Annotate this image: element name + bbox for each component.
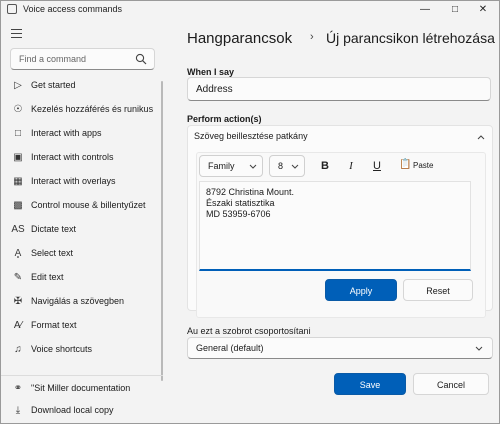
- sidebar-item-mouse[interactable]: ▩ Control mouse & billentyűzet: [5, 196, 155, 218]
- search-icon: [135, 53, 147, 65]
- breadcrumb-separator-icon: ›: [310, 31, 314, 43]
- chevron-up-icon: [477, 135, 485, 140]
- sidebar-item-label: Voice shortcuts: [31, 344, 93, 354]
- sidebar-item-label: Edit text: [31, 272, 64, 282]
- sidebar-scrollbar[interactable]: [161, 81, 163, 381]
- play-icon: ▷: [14, 80, 22, 91]
- navigate-icon: ✠: [13, 296, 23, 307]
- cancel-button[interactable]: Cancel: [413, 373, 489, 395]
- sidebar-item-label: Navigálás a szövegben: [31, 296, 125, 306]
- page-title: Új parancsikon létrehozása: [326, 30, 495, 46]
- editor-line: 8792 Christina Mount.: [206, 187, 295, 197]
- window-title: Voice access commands: [23, 4, 123, 14]
- rich-text-container: Family 8 B I U 📋 Paste 8792 Christina Mo…: [196, 152, 486, 318]
- search-input[interactable]: Find a command: [10, 48, 155, 70]
- phrase-input[interactable]: Address: [187, 77, 491, 101]
- sidebar-item-label: Format text: [31, 320, 77, 330]
- action-card: Szöveg beillesztése patkány Family 8 B I…: [187, 125, 493, 318]
- group-value: General (default): [196, 343, 264, 353]
- sidebar-item-label: Kezelés hozzáférés és runikus: [31, 104, 154, 114]
- reset-button[interactable]: Reset: [403, 279, 473, 301]
- globe-icon: ⚭: [13, 383, 23, 394]
- select-text-icon: Ḁ: [14, 248, 22, 259]
- menu-icon[interactable]: [11, 29, 23, 39]
- italic-button[interactable]: I: [341, 156, 361, 176]
- voice-shortcut-icon: ♫: [14, 344, 22, 355]
- microphone-icon: ☉: [13, 104, 23, 115]
- format-text-icon: A⁄: [13, 320, 23, 331]
- minimize-button[interactable]: —: [411, 1, 439, 19]
- sidebar-item-get-started[interactable]: ▷ Get started: [5, 76, 155, 98]
- sidebar-item-format-text[interactable]: A⁄ Format text: [5, 316, 155, 338]
- editor-line: Északi statisztika: [206, 198, 275, 208]
- action-value: Szöveg beillesztése patkány: [194, 131, 308, 141]
- font-size-value: 8: [278, 161, 284, 171]
- font-size-select[interactable]: 8: [269, 155, 305, 177]
- underline-button[interactable]: U: [367, 156, 387, 176]
- sidebar-item-dictate[interactable]: AS Dictate text: [5, 220, 155, 242]
- apply-button[interactable]: Apply: [325, 279, 397, 301]
- group-select[interactable]: General (default): [187, 337, 493, 359]
- chevron-down-icon: [249, 164, 257, 169]
- perform-actions-label: Perform action(s): [187, 114, 262, 124]
- sidebar-item-navigate[interactable]: ✠ Navigálás a szövegben: [5, 292, 155, 314]
- sidebar-item-label: Control mouse & billentyűzet: [31, 200, 146, 210]
- paste-button[interactable]: 📋 Paste: [397, 156, 447, 176]
- sidebar-item-controls[interactable]: ▣ Interact with controls: [5, 148, 155, 170]
- sidebar-item-overlays[interactable]: ▦ Interact with overlays: [5, 172, 155, 194]
- download-icon: ⤓: [15, 405, 21, 416]
- font-family-value: Family: [208, 161, 235, 171]
- sidebar-item-edit-text[interactable]: ✎ Edit text: [5, 268, 155, 290]
- action-text-editor[interactable]: 8792 Christina Mount. Északi statisztika…: [199, 181, 471, 271]
- title-bar: Voice access commands — □ ✕: [1, 1, 499, 19]
- search-placeholder: Find a command: [19, 54, 87, 64]
- clipboard-icon: 📋: [399, 159, 412, 170]
- dictate-icon: AS: [11, 224, 25, 235]
- chevron-down-icon: [291, 164, 299, 169]
- sidebar-footer-label: Download local copy: [31, 405, 114, 415]
- sidebar-item-label: Get started: [31, 80, 76, 90]
- breadcrumb-root[interactable]: Hangparancsok: [187, 30, 292, 47]
- sidebar-divider: [1, 375, 163, 376]
- grid-icon: ▦: [13, 176, 23, 187]
- apps-icon: □: [14, 128, 22, 139]
- sidebar-item-access[interactable]: ☉ Kezelés hozzáférés és runikus: [5, 100, 155, 122]
- controls-icon: ▣: [13, 152, 23, 163]
- group-label: Au ezt a szobrot csoportosítani: [187, 326, 311, 336]
- bold-button[interactable]: B: [315, 156, 335, 176]
- sidebar-footer-download[interactable]: ⤓ Download local copy: [5, 401, 155, 423]
- sidebar-item-voice-shortcuts[interactable]: ♫ Voice shortcuts: [5, 340, 155, 362]
- mouse-icon: ▩: [13, 200, 23, 211]
- paste-label: Paste: [413, 161, 434, 170]
- phrase-value: Address: [196, 84, 233, 95]
- app-icon: [7, 4, 17, 14]
- sidebar-item-label: Interact with apps: [31, 128, 102, 138]
- maximize-button[interactable]: □: [441, 1, 469, 19]
- edit-text-icon: ✎: [13, 272, 23, 283]
- when-i-say-label: When I say: [187, 67, 235, 77]
- sidebar-footer-documentation[interactable]: ⚭ "Sit Miller documentation: [5, 379, 155, 401]
- sidebar-item-apps[interactable]: □ Interact with apps: [5, 124, 155, 146]
- sidebar: Find a command ▷ Get started ☉ Kezelés h…: [1, 19, 163, 423]
- sidebar-item-label: Dictate text: [31, 224, 77, 234]
- sidebar-item-label: Interact with overlays: [31, 176, 116, 186]
- save-button[interactable]: Save: [334, 373, 406, 395]
- close-button[interactable]: ✕: [469, 1, 497, 19]
- editor-line: MD 53959-6706: [206, 209, 271, 219]
- font-family-select[interactable]: Family: [199, 155, 263, 177]
- app-window: Voice access commands — □ ✕ Find a comma…: [0, 0, 500, 424]
- sidebar-footer-label: "Sit Miller documentation: [31, 383, 131, 393]
- action-selector[interactable]: Szöveg beillesztése patkány: [188, 126, 492, 148]
- main-panel: Hangparancsok › Új parancsikon létrehozá…: [173, 19, 499, 423]
- chevron-down-icon: [475, 346, 483, 351]
- sidebar-item-select-text[interactable]: Ḁ Select text: [5, 244, 155, 266]
- sidebar-item-label: Select text: [31, 248, 74, 258]
- sidebar-item-label: Interact with controls: [31, 152, 114, 162]
